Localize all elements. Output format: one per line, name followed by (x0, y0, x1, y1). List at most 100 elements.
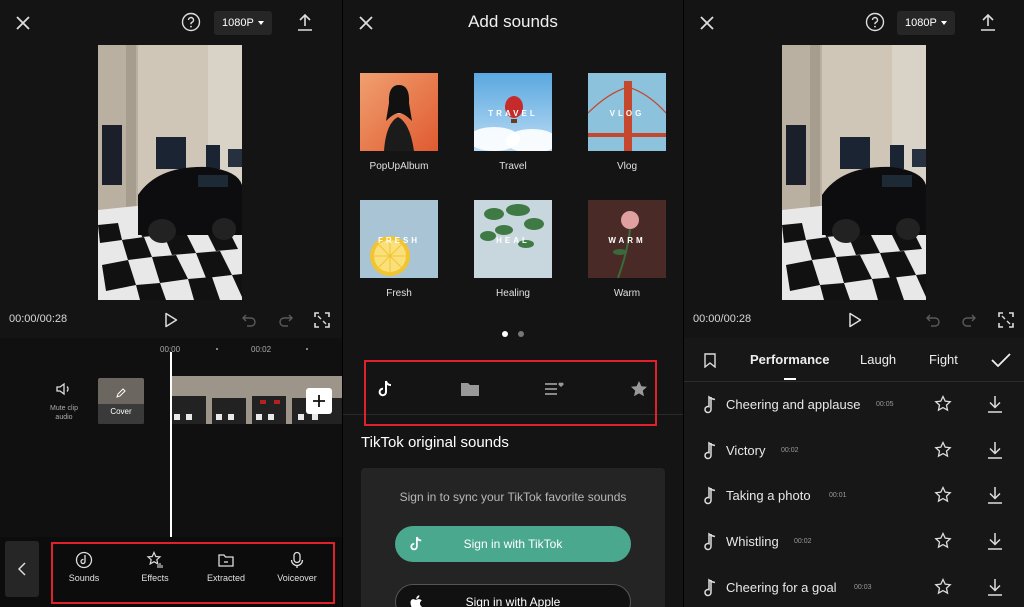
resolution-dropdown[interactable]: 1080P (214, 11, 272, 35)
garage-scene-image (98, 45, 242, 300)
page-title: Add sounds (468, 12, 558, 31)
download-icon[interactable] (986, 485, 1004, 505)
tab-laugh[interactable]: Laugh (860, 352, 896, 367)
section-title: TikTok original sounds (361, 434, 509, 451)
resolution-dropdown[interactable]: 1080P (897, 11, 955, 35)
sign-in-tiktok-label: Sign in with TikTok (463, 537, 563, 551)
close-icon[interactable] (696, 12, 718, 34)
sound-item[interactable]: Whistling 00:02 (684, 531, 1024, 580)
sound-effects-panel: 1080P 00:00/00:28 Performance Laugh Figh… (683, 0, 1024, 607)
sound-item[interactable]: Cheering and applause 00:05 (684, 394, 1024, 443)
download-icon[interactable] (986, 577, 1004, 597)
album-cover: TRAVEL (474, 73, 552, 151)
album-fresh[interactable]: FRESH Fresh (360, 200, 438, 299)
album-name: PopUpAlbum (369, 161, 429, 172)
ruler-tick (216, 348, 218, 350)
sound-name: Cheering and applause (726, 397, 861, 412)
redo-icon[interactable] (960, 312, 978, 328)
sign-in-tiktok-button[interactable]: Sign in with TikTok (395, 526, 631, 562)
tab-fight[interactable]: Fight (929, 352, 958, 367)
speaker-icon (56, 382, 69, 396)
download-icon[interactable] (986, 531, 1004, 551)
ruler-tick (306, 348, 308, 350)
tab-performance[interactable]: Performance (750, 352, 829, 367)
album-vlog[interactable]: VLOG Vlog (588, 73, 666, 172)
sound-item[interactable]: Cheering for a goal 00:03 (684, 577, 1024, 607)
star-icon[interactable] (934, 395, 952, 413)
confirm-check-icon[interactable] (990, 351, 1012, 369)
sound-name: Victory (726, 443, 766, 458)
sign-in-apple-button[interactable]: Sign in with Apple (395, 584, 631, 607)
music-note-icon (704, 441, 716, 460)
album-cover: VLOG (588, 73, 666, 151)
chevron-left-icon (18, 562, 26, 576)
redo-icon[interactable] (277, 312, 295, 328)
mute-clip-audio-button[interactable]: Mute clip audio (44, 382, 84, 422)
star-icon[interactable] (934, 486, 952, 504)
add-clip-button[interactable] (306, 388, 332, 414)
cover-thumbnail (98, 378, 144, 424)
playhead[interactable] (170, 352, 172, 538)
sound-item[interactable]: Victory 00:02 (684, 440, 1024, 489)
sync-card: Sign in to sync your TikTok favorite sou… (361, 468, 665, 607)
apple-icon (410, 595, 422, 607)
bookmark-icon[interactable] (702, 351, 718, 369)
star-icon[interactable] (934, 441, 952, 459)
video-preview (782, 45, 926, 300)
help-icon[interactable] (180, 11, 202, 33)
album-name: Warm (613, 288, 641, 299)
resolution-label: 1080P (222, 17, 254, 29)
close-icon[interactable] (12, 12, 34, 34)
sync-message: Sign in to sync your TikTok favorite sou… (399, 490, 627, 504)
undo-icon[interactable] (924, 312, 942, 328)
export-icon[interactable] (294, 11, 316, 33)
play-icon[interactable] (846, 311, 864, 329)
undo-icon[interactable] (240, 312, 258, 328)
album-popupalbum[interactable]: PopUpAlbum (360, 73, 438, 172)
album-cover-text: VLOG (609, 109, 645, 118)
album-warm[interactable]: WARM Warm (588, 200, 666, 299)
export-icon[interactable] (977, 11, 999, 33)
music-note-icon (704, 532, 716, 551)
sound-duration: 00:02 (794, 538, 812, 545)
fullscreen-icon[interactable] (312, 310, 332, 330)
page-dot-active[interactable] (502, 331, 508, 337)
mute-clip-label: Mute clip audio (49, 405, 78, 421)
video-preview (98, 45, 242, 300)
resolution-label: 1080P (905, 17, 937, 29)
plus-icon (313, 395, 325, 407)
sound-duration: 00:05 (876, 401, 894, 408)
star-icon[interactable] (934, 532, 952, 550)
tools-highlight-box (51, 542, 335, 604)
download-icon[interactable] (986, 440, 1004, 460)
help-icon[interactable] (864, 11, 886, 33)
album-name: Fresh (386, 288, 412, 299)
play-icon[interactable] (162, 311, 180, 329)
sound-item[interactable]: Taking a photo 00:01 (684, 485, 1024, 534)
sign-in-apple-label: Sign in with Apple (465, 595, 561, 607)
fullscreen-icon[interactable] (996, 310, 1016, 330)
album-healing[interactable]: HEAL Healing (474, 200, 552, 299)
album-cover-text: FRESH (377, 236, 421, 245)
download-icon[interactable] (986, 394, 1004, 414)
album-cover: FRESH (360, 200, 438, 278)
caret-down-icon (940, 21, 947, 25)
sound-name: Taking a photo (726, 488, 811, 503)
sound-duration: 00:02 (781, 447, 799, 454)
back-button[interactable] (5, 541, 39, 597)
add-sounds-panel: Add sounds PopUpAlbum TRAVEL Travel VLOG… (342, 0, 683, 607)
ruler-label: 00:02 (251, 345, 272, 354)
garage-scene-image (782, 45, 926, 300)
tabs-highlight-box (364, 360, 657, 426)
cover-button[interactable]: Cover (98, 378, 144, 424)
star-icon[interactable] (934, 578, 952, 596)
album-travel[interactable]: TRAVEL Travel (474, 73, 552, 172)
page-dot[interactable] (518, 331, 524, 337)
album-name: Vlog (616, 161, 637, 172)
album-cover: WARM (588, 200, 666, 278)
album-name: Travel (499, 161, 527, 172)
music-note-icon (704, 486, 716, 505)
divider (684, 381, 1024, 382)
sound-duration: 00:03 (854, 584, 872, 591)
sound-duration: 00:01 (829, 492, 847, 499)
